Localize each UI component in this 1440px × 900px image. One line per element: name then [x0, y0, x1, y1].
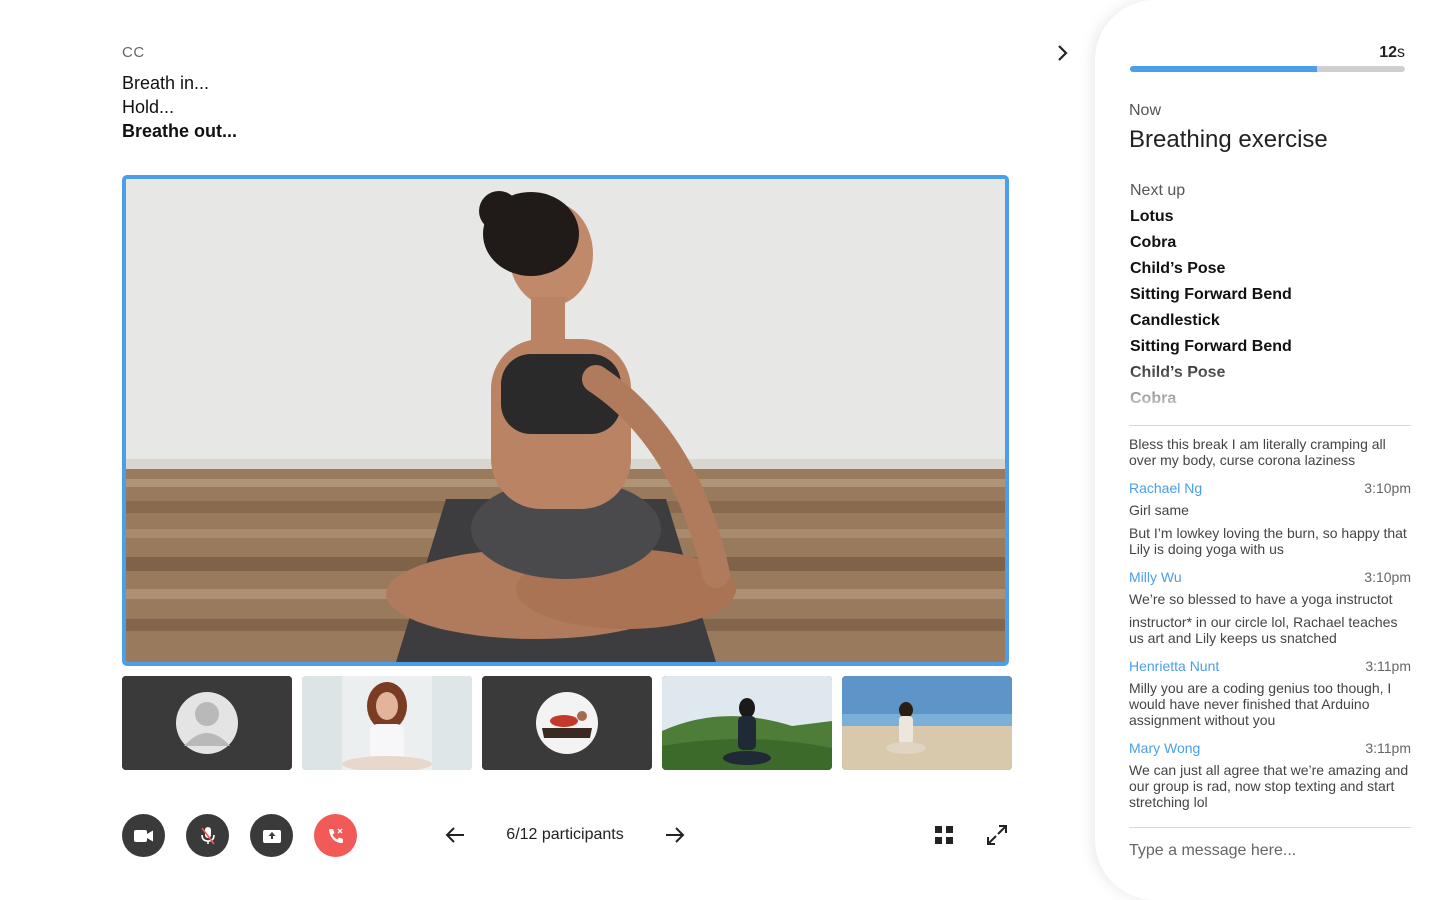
- participants-pager: 6/12 participants: [440, 818, 690, 852]
- end-call-button[interactable]: [314, 814, 357, 857]
- timer-progress-fill: [1130, 66, 1317, 72]
- chat-message-header: Henrietta Nunt 3:11pm: [1129, 658, 1411, 674]
- chat-message-text: Girl same: [1129, 502, 1189, 518]
- participant-thumbnail[interactable]: [302, 676, 472, 770]
- next-up-item[interactable]: Sitting Forward Bend: [1130, 282, 1410, 308]
- captions-label: CC: [122, 44, 145, 61]
- end-call-icon: [328, 828, 343, 843]
- caption-line-current: Breathe out...: [122, 121, 238, 141]
- participant-thumbnail[interactable]: [482, 676, 652, 770]
- chat-message-text: We’re so blessed to have a yoga instruct…: [1129, 591, 1393, 607]
- chat-timestamp: 3:10pm: [1364, 569, 1411, 585]
- next-up-item[interactable]: Sitting Forward Bend: [1130, 334, 1410, 360]
- call-controls: [122, 814, 357, 857]
- next-up-item[interactable]: Child’s Pose: [1130, 256, 1410, 282]
- share-screen-button[interactable]: [250, 814, 293, 857]
- now-label: Now: [1129, 102, 1162, 119]
- collapse-panel-button[interactable]: [1052, 42, 1074, 64]
- chat-message-header: Mary Wong 3:11pm: [1129, 740, 1411, 756]
- participant-video: [302, 676, 472, 770]
- chat-message-text: But I’m lowkey loving the burn, so happy…: [1129, 525, 1407, 557]
- chat-message-text: Milly you are a coding genius too though…: [1129, 680, 1392, 728]
- divider: [1129, 425, 1411, 426]
- chat-message-header: Rachael Ng 3:10pm: [1129, 480, 1411, 496]
- previous-page-button[interactable]: [440, 820, 470, 850]
- participant-video: [842, 676, 1012, 770]
- participant-video: [662, 676, 832, 770]
- next-up-item[interactable]: Candlestick: [1130, 308, 1410, 334]
- chat-message-text: We can just all agree that we’re amazing…: [1129, 762, 1409, 810]
- main-video[interactable]: [122, 175, 1009, 666]
- arrow-left-icon: [445, 827, 464, 843]
- timer-progress-bar: [1130, 66, 1405, 72]
- participant-thumbnails: [122, 676, 1012, 770]
- chevron-right-icon: [1058, 45, 1068, 61]
- timer-seconds: 12: [1379, 44, 1397, 61]
- caption-line: Hold...: [122, 97, 175, 117]
- next-up-list: Lotus Cobra Child’s Pose Sitting Forward…: [1130, 204, 1410, 410]
- chat-author[interactable]: Rachael Ng: [1129, 480, 1202, 496]
- captions: CC Breath in... Hold... Breathe out...: [122, 44, 237, 143]
- caption-line: Breath in...: [122, 73, 210, 93]
- microphone-muted-icon: [200, 826, 215, 844]
- chat-message-text: instructor* in our circle lol, Rachael t…: [1129, 614, 1398, 646]
- arrow-right-icon: [666, 827, 685, 843]
- yoga-instructor-video: [126, 179, 1005, 662]
- next-up-item[interactable]: Child’s Pose: [1130, 360, 1410, 386]
- next-up-label: Next up: [1130, 182, 1186, 199]
- grid-icon: [935, 826, 953, 844]
- chat-message-input[interactable]: [1129, 838, 1411, 864]
- participant-thumbnail[interactable]: [662, 676, 832, 770]
- fullscreen-button[interactable]: [983, 821, 1011, 849]
- next-page-button[interactable]: [660, 820, 690, 850]
- grid-view-button[interactable]: [930, 821, 958, 849]
- divider: [1129, 827, 1411, 828]
- chat-message-header: Milly Wu 3:10pm: [1129, 569, 1411, 585]
- chat-author[interactable]: Mary Wong: [1129, 740, 1200, 756]
- avatar: [482, 676, 652, 770]
- video-camera-icon: [133, 829, 153, 842]
- chat-author[interactable]: Henrietta Nunt: [1129, 658, 1219, 674]
- timer-value: 12s: [1130, 44, 1405, 62]
- expand-icon: [987, 825, 1007, 845]
- next-up-item[interactable]: Cobra: [1130, 386, 1410, 410]
- camera-button[interactable]: [122, 814, 165, 857]
- session-panel: 12s Now Breathing exercise Next up Lotus…: [1095, 0, 1440, 900]
- chat-message-text: Bless this break I am literally cramping…: [1129, 436, 1386, 468]
- next-up-item[interactable]: Lotus: [1130, 204, 1410, 230]
- chat-timestamp: 3:11pm: [1365, 658, 1411, 674]
- current-exercise-title: Breathing exercise: [1129, 126, 1328, 153]
- participant-thumbnail[interactable]: [122, 676, 292, 770]
- chat-messages[interactable]: Bless this break I am literally cramping…: [1129, 436, 1411, 817]
- chat-timestamp: 3:10pm: [1364, 480, 1411, 496]
- timer: 12s: [1130, 44, 1405, 72]
- participant-thumbnail[interactable]: [842, 676, 1012, 770]
- timer-unit: s: [1397, 44, 1405, 61]
- avatar: [122, 676, 292, 770]
- share-screen-icon: [262, 830, 281, 843]
- chat-author[interactable]: Milly Wu: [1129, 569, 1182, 585]
- microphone-button[interactable]: [186, 814, 229, 857]
- participants-count: 6/12 participants: [506, 826, 624, 843]
- chat-timestamp: 3:11pm: [1365, 740, 1411, 756]
- next-up-item[interactable]: Cobra: [1130, 230, 1410, 256]
